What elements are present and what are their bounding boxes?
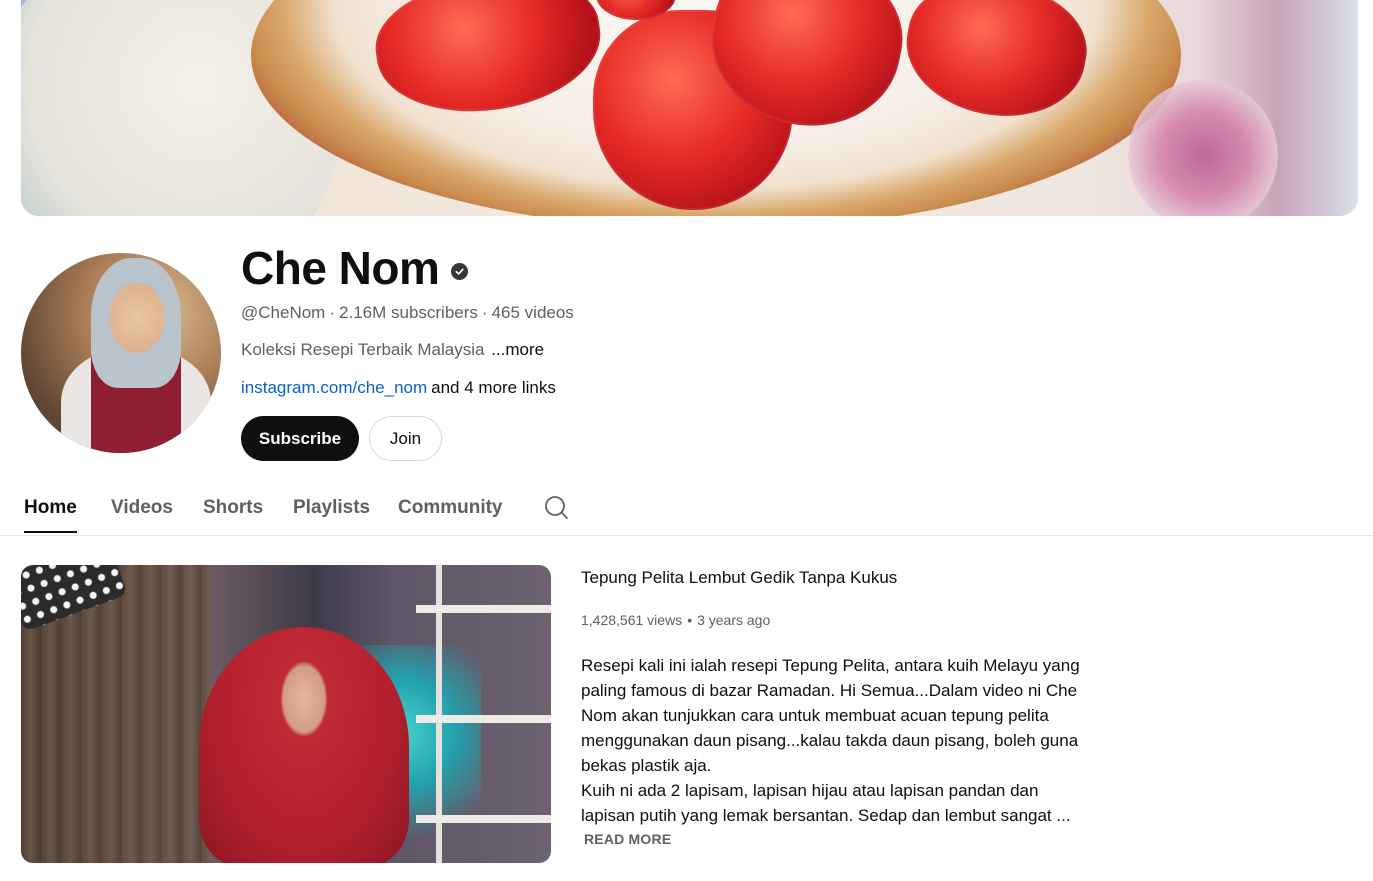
featured-video-thumbnail[interactable] [21, 565, 551, 863]
channel-tabs: Home Videos Shorts Playlists Community [0, 480, 1373, 536]
tab-videos-label: Videos [111, 496, 173, 518]
tab-videos[interactable]: Videos [111, 480, 173, 535]
channel-name: Che Nom [241, 240, 469, 296]
tab-community[interactable]: Community [398, 480, 503, 535]
search-icon[interactable] [541, 493, 571, 523]
upload-age: 3 years ago [697, 612, 771, 628]
view-count: 1,428,561 views [581, 612, 683, 628]
channel-handle: @CheNom [241, 303, 326, 322]
channel-links: instagram.com/che_nom and 4 more links [241, 377, 556, 399]
channel-description[interactable]: Koleksi Resepi Terbaik Malaysia ...more [241, 339, 544, 361]
read-more-button[interactable]: READ MORE [584, 831, 671, 847]
tab-shorts[interactable]: Shorts [203, 480, 263, 535]
tab-playlists[interactable]: Playlists [293, 480, 370, 535]
tab-home-label: Home [24, 496, 77, 518]
join-button[interactable]: Join [369, 416, 442, 461]
more-links[interactable]: and 4 more links [431, 378, 556, 397]
channel-description-text: Koleksi Resepi Terbaik Malaysia [241, 340, 485, 359]
channel-name-text: Che Nom [241, 242, 440, 294]
tab-shorts-label: Shorts [203, 496, 264, 518]
featured-video-description: Resepi kali ini ialah resepi Tepung Peli… [581, 656, 1080, 825]
tab-community-label: Community [398, 496, 503, 518]
channel-meta: @CheNom · 2.16M subscribers · 465 videos [241, 303, 574, 322]
verified-check-icon [451, 262, 469, 280]
featured-video-title[interactable]: Tepung Pelita Lembut Gedik Tanpa Kukus [581, 566, 897, 590]
subscribe-button[interactable]: Subscribe [241, 416, 359, 461]
instagram-link[interactable]: instagram.com/che_nom [241, 378, 427, 397]
channel-avatar[interactable] [21, 253, 221, 453]
video-count: 465 videos [491, 303, 574, 322]
subscriber-count: 2.16M subscribers [339, 303, 478, 322]
tab-playlists-label: Playlists [293, 496, 371, 518]
featured-video-meta: 1,428,561 views • 3 years ago [581, 612, 771, 628]
tab-home[interactable]: Home [24, 480, 77, 535]
channel-banner [21, 0, 1358, 216]
description-more-link[interactable]: ...more [491, 340, 544, 359]
